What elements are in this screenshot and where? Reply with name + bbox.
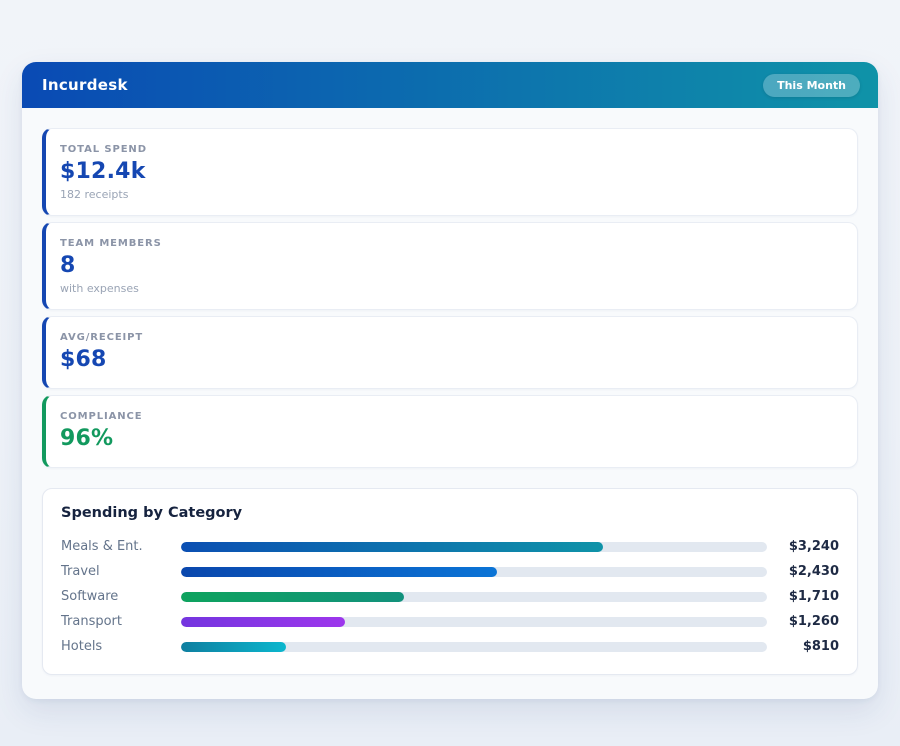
bar-track: [181, 617, 767, 627]
spending-by-category-card: Spending by Category Meals & Ent. $3,240…: [42, 488, 858, 675]
category-label: Hotels: [61, 639, 181, 654]
category-amount: $3,240: [767, 539, 839, 554]
stat-value: 8: [60, 251, 841, 281]
category-label: Transport: [61, 614, 181, 629]
bar-fill: [181, 617, 345, 627]
bar-fill: [181, 542, 603, 552]
panel-body: TOTAL SPEND $12.4k 182 receipts TEAM MEM…: [22, 108, 878, 699]
bar-fill: [181, 642, 286, 652]
category-label: Software: [61, 589, 181, 604]
app-title: Incurdesk: [42, 76, 128, 94]
stat-label: AVG/RECEIPT: [60, 330, 841, 345]
stat-value: $68: [60, 345, 841, 375]
category-label: Travel: [61, 564, 181, 579]
chart-row-software: Software $1,710: [61, 584, 839, 609]
stat-label: COMPLIANCE: [60, 409, 841, 424]
chart-row-travel: Travel $2,430: [61, 559, 839, 584]
stat-subtext: 182 receipts: [60, 187, 841, 202]
period-badge[interactable]: This Month: [763, 74, 860, 97]
bar-track: [181, 567, 767, 577]
stat-subtext: with expenses: [60, 281, 841, 296]
bar-track: [181, 542, 767, 552]
chart-row-meals: Meals & Ent. $3,240: [61, 534, 839, 559]
panel-header: Incurdesk This Month: [22, 62, 878, 108]
chart-title: Spending by Category: [61, 505, 839, 521]
category-label: Meals & Ent.: [61, 539, 181, 554]
bar-fill: [181, 567, 497, 577]
stat-card-compliance: COMPLIANCE 96%: [42, 395, 858, 468]
category-amount: $2,430: [767, 564, 839, 579]
stat-label: TEAM MEMBERS: [60, 236, 841, 251]
chart-row-transport: Transport $1,260: [61, 609, 839, 634]
category-amount: $810: [767, 639, 839, 654]
stat-value: 96%: [60, 424, 841, 454]
stat-card-team-members: TEAM MEMBERS 8 with expenses: [42, 222, 858, 310]
bar-fill: [181, 592, 404, 602]
stat-card-avg-receipt: AVG/RECEIPT $68: [42, 316, 858, 389]
category-amount: $1,710: [767, 589, 839, 604]
bar-track: [181, 592, 767, 602]
chart-row-hotels: Hotels $810: [61, 634, 839, 659]
bar-track: [181, 642, 767, 652]
dashboard-panel: Incurdesk This Month TOTAL SPEND $12.4k …: [22, 62, 878, 699]
stat-label: TOTAL SPEND: [60, 142, 841, 157]
stat-value: $12.4k: [60, 157, 841, 187]
category-amount: $1,260: [767, 614, 839, 629]
stat-card-total-spend: TOTAL SPEND $12.4k 182 receipts: [42, 128, 858, 216]
